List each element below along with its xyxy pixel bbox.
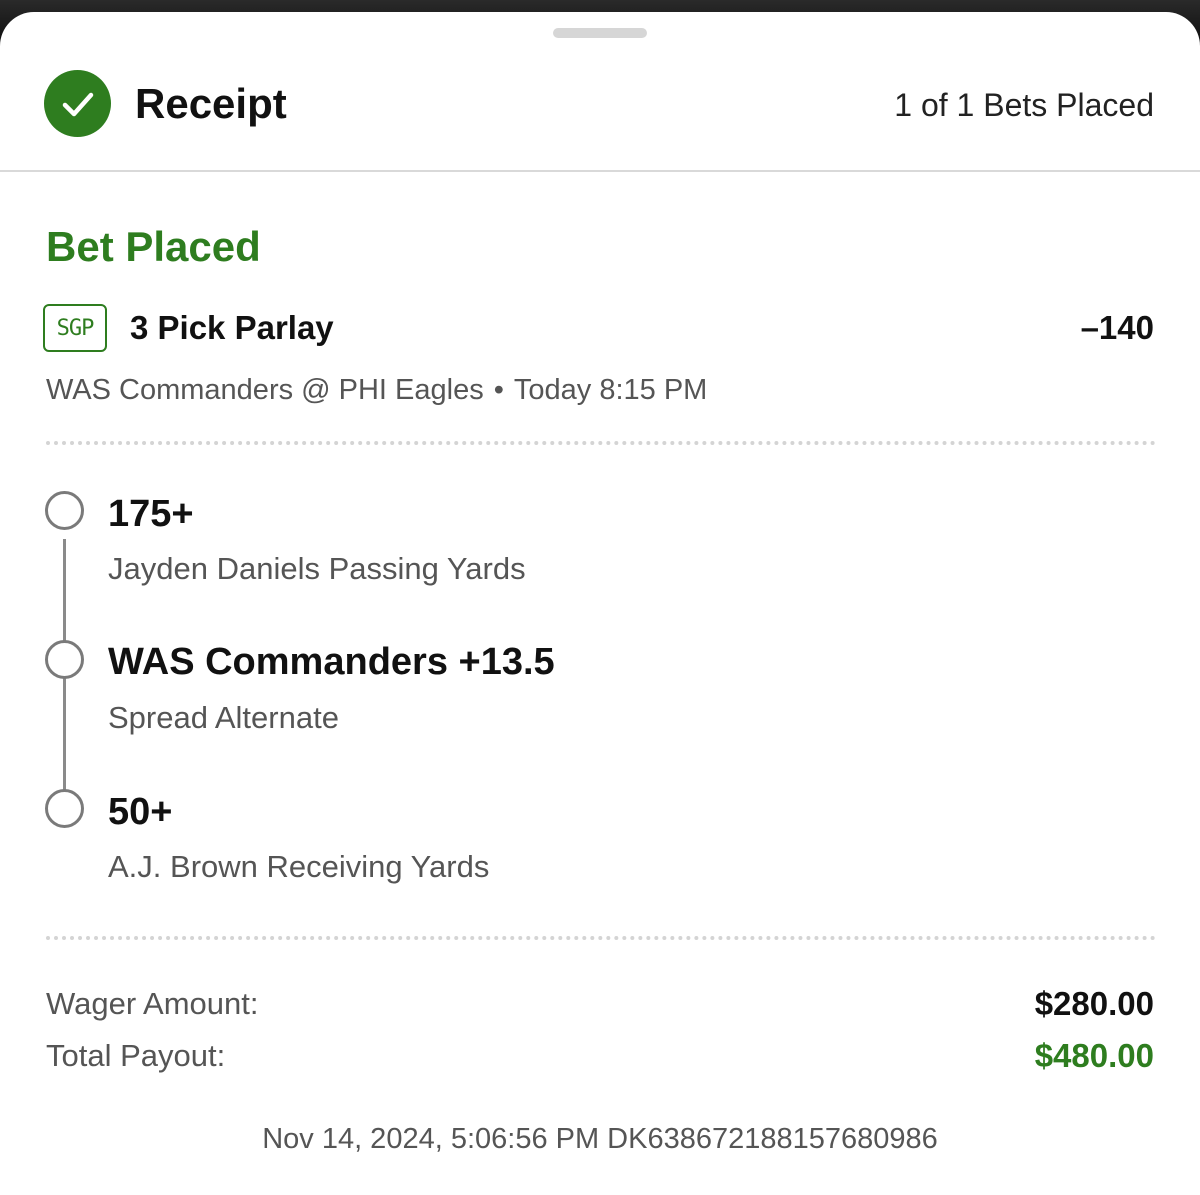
leg-market: Jayden Daniels Passing Yards — [108, 551, 526, 586]
payout-amount: $480.00 — [1034, 1037, 1154, 1074]
receipt-sheet: Receipt 1 of 1 Bets Placed Bet Placed SG… — [0, 12, 1200, 1195]
bets-placed-count: 1 of 1 Bets Placed — [894, 87, 1154, 123]
wager-label: Wager Amount: — [46, 986, 259, 1021]
bet-status: Bet Placed — [46, 223, 261, 270]
leg-status-circle — [45, 789, 84, 828]
leg-pick: 50+ — [108, 791, 173, 833]
event-info: WAS Commanders @ PHI Eagles • Today 8:15 P… — [46, 370, 707, 410]
header-divider — [0, 170, 1200, 172]
checkmark-icon — [62, 92, 93, 116]
event-matchup: WAS Commanders @ PHI Eagles — [46, 374, 484, 406]
checkmark-circle-icon — [44, 70, 111, 137]
event-time: Today 8:15 PM — [513, 374, 708, 406]
leg-pick: WAS Commanders +13.5 — [108, 641, 555, 683]
bet-type: 3 Pick Parlay — [130, 309, 334, 346]
bet-odds: –140 — [1080, 309, 1154, 346]
sheet-grabber-handle[interactable] — [553, 28, 647, 38]
leg-market: A.J. Brown Receiving Yards — [108, 849, 490, 884]
leg-pick: 175+ — [108, 493, 194, 535]
leg-status-circle — [45, 640, 84, 679]
receipt-footer: Nov 14, 2024, 5:06:56 PM DK6386721881576… — [262, 1123, 938, 1155]
sgp-badge: SGP — [43, 304, 107, 352]
separator-dot: • — [493, 374, 504, 406]
payout-label: Total Payout: — [46, 1038, 226, 1073]
leg-status-circle — [45, 491, 84, 530]
page-title: Receipt — [135, 80, 287, 127]
wager-amount: $280.00 — [1034, 985, 1154, 1022]
leg-market: Spread Alternate — [108, 700, 339, 735]
dotted-divider — [46, 441, 1156, 445]
dotted-divider — [46, 936, 1156, 940]
